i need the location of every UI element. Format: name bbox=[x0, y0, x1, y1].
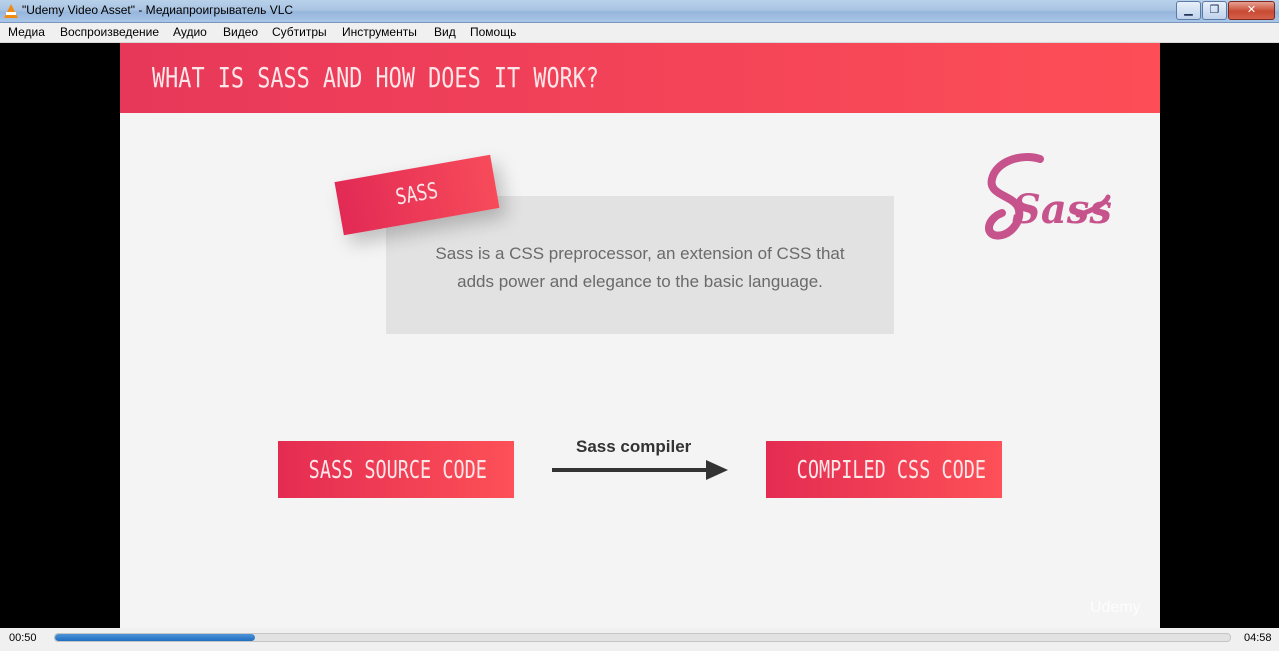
menu-media[interactable]: Медиа bbox=[8, 25, 45, 39]
definition-text: Sass is a CSS preprocessor, an extension… bbox=[386, 240, 894, 296]
vlc-cone-icon bbox=[4, 4, 18, 18]
window-titlebar[interactable]: "Udemy Video Asset" - Медиапроигрыватель… bbox=[0, 0, 1279, 23]
definition-line-1: Sass is a CSS preprocessor, an extension… bbox=[435, 244, 845, 263]
seek-bar-fill bbox=[55, 634, 255, 641]
close-button[interactable]: ✕ bbox=[1228, 1, 1275, 20]
menu-video[interactable]: Видео bbox=[223, 25, 258, 39]
minimize-icon: ▁ bbox=[1184, 3, 1193, 16]
compiled-css-box: COMPILED CSS CODE bbox=[766, 441, 1002, 498]
menu-help[interactable]: Помощь bbox=[470, 25, 516, 39]
video-area[interactable]: WHAT IS SASS AND HOW DOES IT WORK? Sass … bbox=[0, 43, 1279, 628]
close-icon: ✕ bbox=[1246, 3, 1257, 16]
total-time: 04:58 bbox=[1244, 632, 1272, 644]
compiled-css-label: COMPILED CSS CODE bbox=[796, 455, 987, 484]
definition-line-2: adds power and elegance to the basic lan… bbox=[457, 272, 823, 291]
menu-bar: Медиа Воспроизведение Аудио Видео Субтит… bbox=[0, 23, 1279, 43]
restore-icon: ❐ bbox=[1209, 3, 1220, 16]
sass-tag-label: SASS bbox=[393, 178, 440, 211]
definition-box: Sass is a CSS preprocessor, an extension… bbox=[386, 196, 894, 334]
elapsed-time: 00:50 bbox=[9, 632, 37, 644]
menu-subtitles[interactable]: Субтитры bbox=[272, 25, 327, 39]
sass-source-label: SASS SOURCE CODE bbox=[308, 455, 487, 484]
slide-header: WHAT IS SASS AND HOW DOES IT WORK? bbox=[120, 43, 1160, 113]
seek-bar[interactable] bbox=[54, 633, 1231, 642]
video-frame-slide: WHAT IS SASS AND HOW DOES IT WORK? Sass … bbox=[120, 43, 1160, 628]
playback-controls: 00:50 04:58 bbox=[0, 628, 1279, 651]
menu-tools[interactable]: Инструменты bbox=[342, 25, 417, 39]
minimize-button[interactable]: ▁ bbox=[1176, 1, 1201, 20]
udemy-watermark: Udemy bbox=[1090, 599, 1141, 616]
menu-view[interactable]: Вид bbox=[434, 25, 456, 39]
arrow-right-icon bbox=[552, 460, 728, 480]
sass-source-box: SASS SOURCE CODE bbox=[278, 441, 514, 498]
window-title: "Udemy Video Asset" - Медиапроигрыватель… bbox=[22, 3, 294, 17]
maximize-button[interactable]: ❐ bbox=[1202, 1, 1227, 20]
sass-logo: Sass bbox=[985, 153, 1112, 240]
menu-audio[interactable]: Аудио bbox=[173, 25, 207, 39]
slide-title: WHAT IS SASS AND HOW DOES IT WORK? bbox=[152, 61, 600, 94]
compiler-label: Sass compiler bbox=[576, 437, 692, 456]
menu-playback[interactable]: Воспроизведение bbox=[60, 25, 159, 39]
